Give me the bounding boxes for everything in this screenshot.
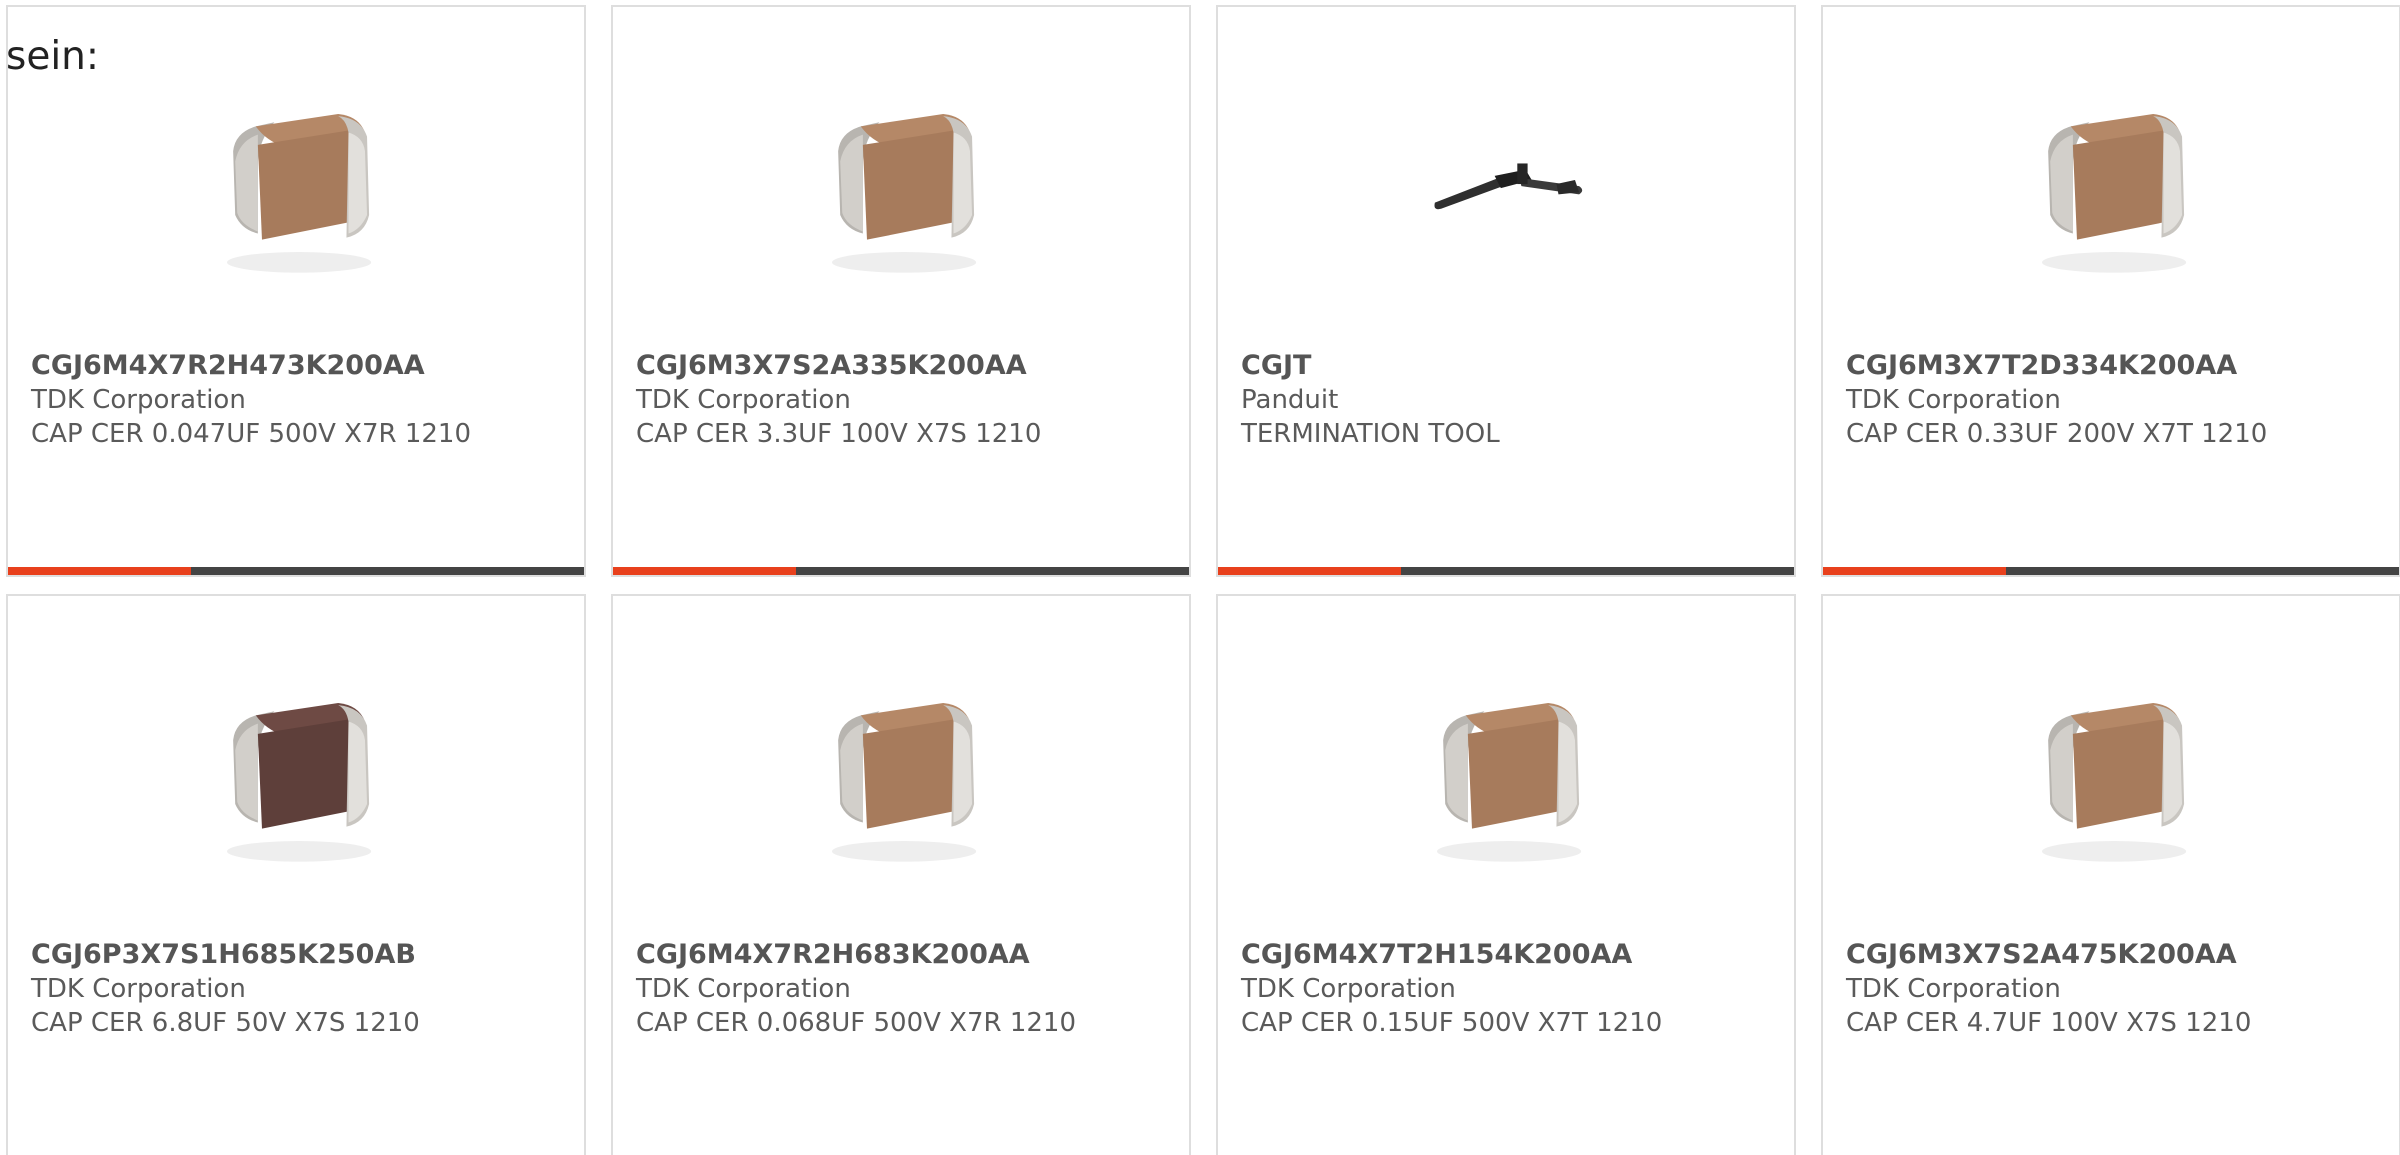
product-part-number[interactable]: CGJ6M4X7R2H683K200AA bbox=[636, 938, 1179, 972]
card-accent-bar bbox=[1823, 567, 2006, 575]
product-card[interactable]: CGJ6P3X7S1H685K250AB TDK Corporation CAP… bbox=[6, 594, 586, 1155]
product-part-number[interactable]: CGJ6M4X7T2H154K200AA bbox=[1241, 938, 1784, 972]
product-image bbox=[799, 668, 1005, 874]
product-part-number[interactable]: CGJ6M3X7T2D334K200AA bbox=[1846, 349, 2389, 383]
product-card[interactable]: CGJ6M4X7R2H683K200AA TDK Corporation CAP… bbox=[611, 594, 1191, 1155]
product-manufacturer: Panduit bbox=[1241, 385, 1339, 415]
product-card[interactable]: CGJ6M4X7T2H154K200AA TDK Corporation CAP… bbox=[1216, 594, 1796, 1155]
product-info: CGJ6M3X7S2A335K200AA TDK Corporation CAP… bbox=[636, 349, 1179, 451]
intro-text: sein: bbox=[6, 34, 100, 79]
product-description: CAP CER 4.7UF 100V X7S 1210 bbox=[1846, 1008, 2252, 1038]
product-part-number[interactable]: CGJ6M4X7R2H473K200AA bbox=[31, 349, 574, 383]
product-card[interactable]: CGJT Panduit TERMINATION TOOL bbox=[1216, 5, 1796, 577]
product-info: CGJT Panduit TERMINATION TOOL bbox=[1241, 349, 1784, 451]
product-info: CGJ6M4X7T2H154K200AA TDK Corporation CAP… bbox=[1241, 938, 1784, 1040]
product-description: CAP CER 0.33UF 200V X7T 1210 bbox=[1846, 419, 2268, 449]
product-description: CAP CER 0.047UF 500V X7R 1210 bbox=[31, 419, 472, 449]
product-manufacturer: TDK Corporation bbox=[1846, 974, 2061, 1004]
product-part-number[interactable]: CGJ6M3X7S2A335K200AA bbox=[636, 349, 1179, 383]
product-manufacturer: TDK Corporation bbox=[1241, 974, 1456, 1004]
product-info: CGJ6M3X7S2A475K200AA TDK Corporation CAP… bbox=[1846, 938, 2389, 1040]
card-bottom-bar bbox=[613, 567, 1189, 575]
product-card[interactable]: CGJ6M3X7S2A335K200AA TDK Corporation CAP… bbox=[611, 5, 1191, 577]
card-bottom-bar bbox=[1218, 567, 1794, 575]
product-description: CAP CER 6.8UF 50V X7S 1210 bbox=[31, 1008, 420, 1038]
product-info: CGJ6M4X7R2H473K200AA TDK Corporation CAP… bbox=[31, 349, 574, 451]
product-manufacturer: TDK Corporation bbox=[1846, 385, 2061, 415]
product-image bbox=[1404, 79, 1610, 285]
card-bottom-bar bbox=[8, 567, 584, 575]
product-image bbox=[1404, 668, 1610, 874]
product-part-number[interactable]: CGJT bbox=[1241, 349, 1784, 383]
page: sein: CGJ6M4X7R2H473K200AA TDK Corporati… bbox=[0, 0, 2400, 1155]
product-card[interactable]: CGJ6M3X7T2D334K200AA TDK Corporation CAP… bbox=[1821, 5, 2400, 577]
product-description: CAP CER 0.15UF 500V X7T 1210 bbox=[1241, 1008, 1663, 1038]
product-image bbox=[2009, 668, 2215, 874]
product-description: CAP CER 0.068UF 500V X7R 1210 bbox=[636, 1008, 1077, 1038]
product-image bbox=[799, 79, 1005, 285]
product-part-number[interactable]: CGJ6P3X7S1H685K250AB bbox=[31, 938, 574, 972]
product-manufacturer: TDK Corporation bbox=[636, 385, 851, 415]
product-description: CAP CER 3.3UF 100V X7S 1210 bbox=[636, 419, 1042, 449]
card-bottom-bar bbox=[1823, 567, 2399, 575]
product-card[interactable]: CGJ6M3X7S2A475K200AA TDK Corporation CAP… bbox=[1821, 594, 2400, 1155]
product-manufacturer: TDK Corporation bbox=[31, 974, 246, 1004]
product-info: CGJ6M3X7T2D334K200AA TDK Corporation CAP… bbox=[1846, 349, 2389, 451]
product-info: CGJ6P3X7S1H685K250AB TDK Corporation CAP… bbox=[31, 938, 574, 1040]
card-accent-bar bbox=[1218, 567, 1401, 575]
product-manufacturer: TDK Corporation bbox=[31, 385, 246, 415]
product-card[interactable]: CGJ6M4X7R2H473K200AA TDK Corporation CAP… bbox=[6, 5, 586, 577]
product-part-number[interactable]: CGJ6M3X7S2A475K200AA bbox=[1846, 938, 2389, 972]
product-image bbox=[2009, 79, 2215, 285]
product-image bbox=[194, 668, 400, 874]
product-description: TERMINATION TOOL bbox=[1241, 419, 1500, 449]
product-grid: CGJ6M4X7R2H473K200AA TDK Corporation CAP… bbox=[6, 5, 2400, 1155]
product-info: CGJ6M4X7R2H683K200AA TDK Corporation CAP… bbox=[636, 938, 1179, 1040]
card-accent-bar bbox=[613, 567, 796, 575]
product-image bbox=[194, 79, 400, 285]
product-manufacturer: TDK Corporation bbox=[636, 974, 851, 1004]
card-accent-bar bbox=[8, 567, 191, 575]
